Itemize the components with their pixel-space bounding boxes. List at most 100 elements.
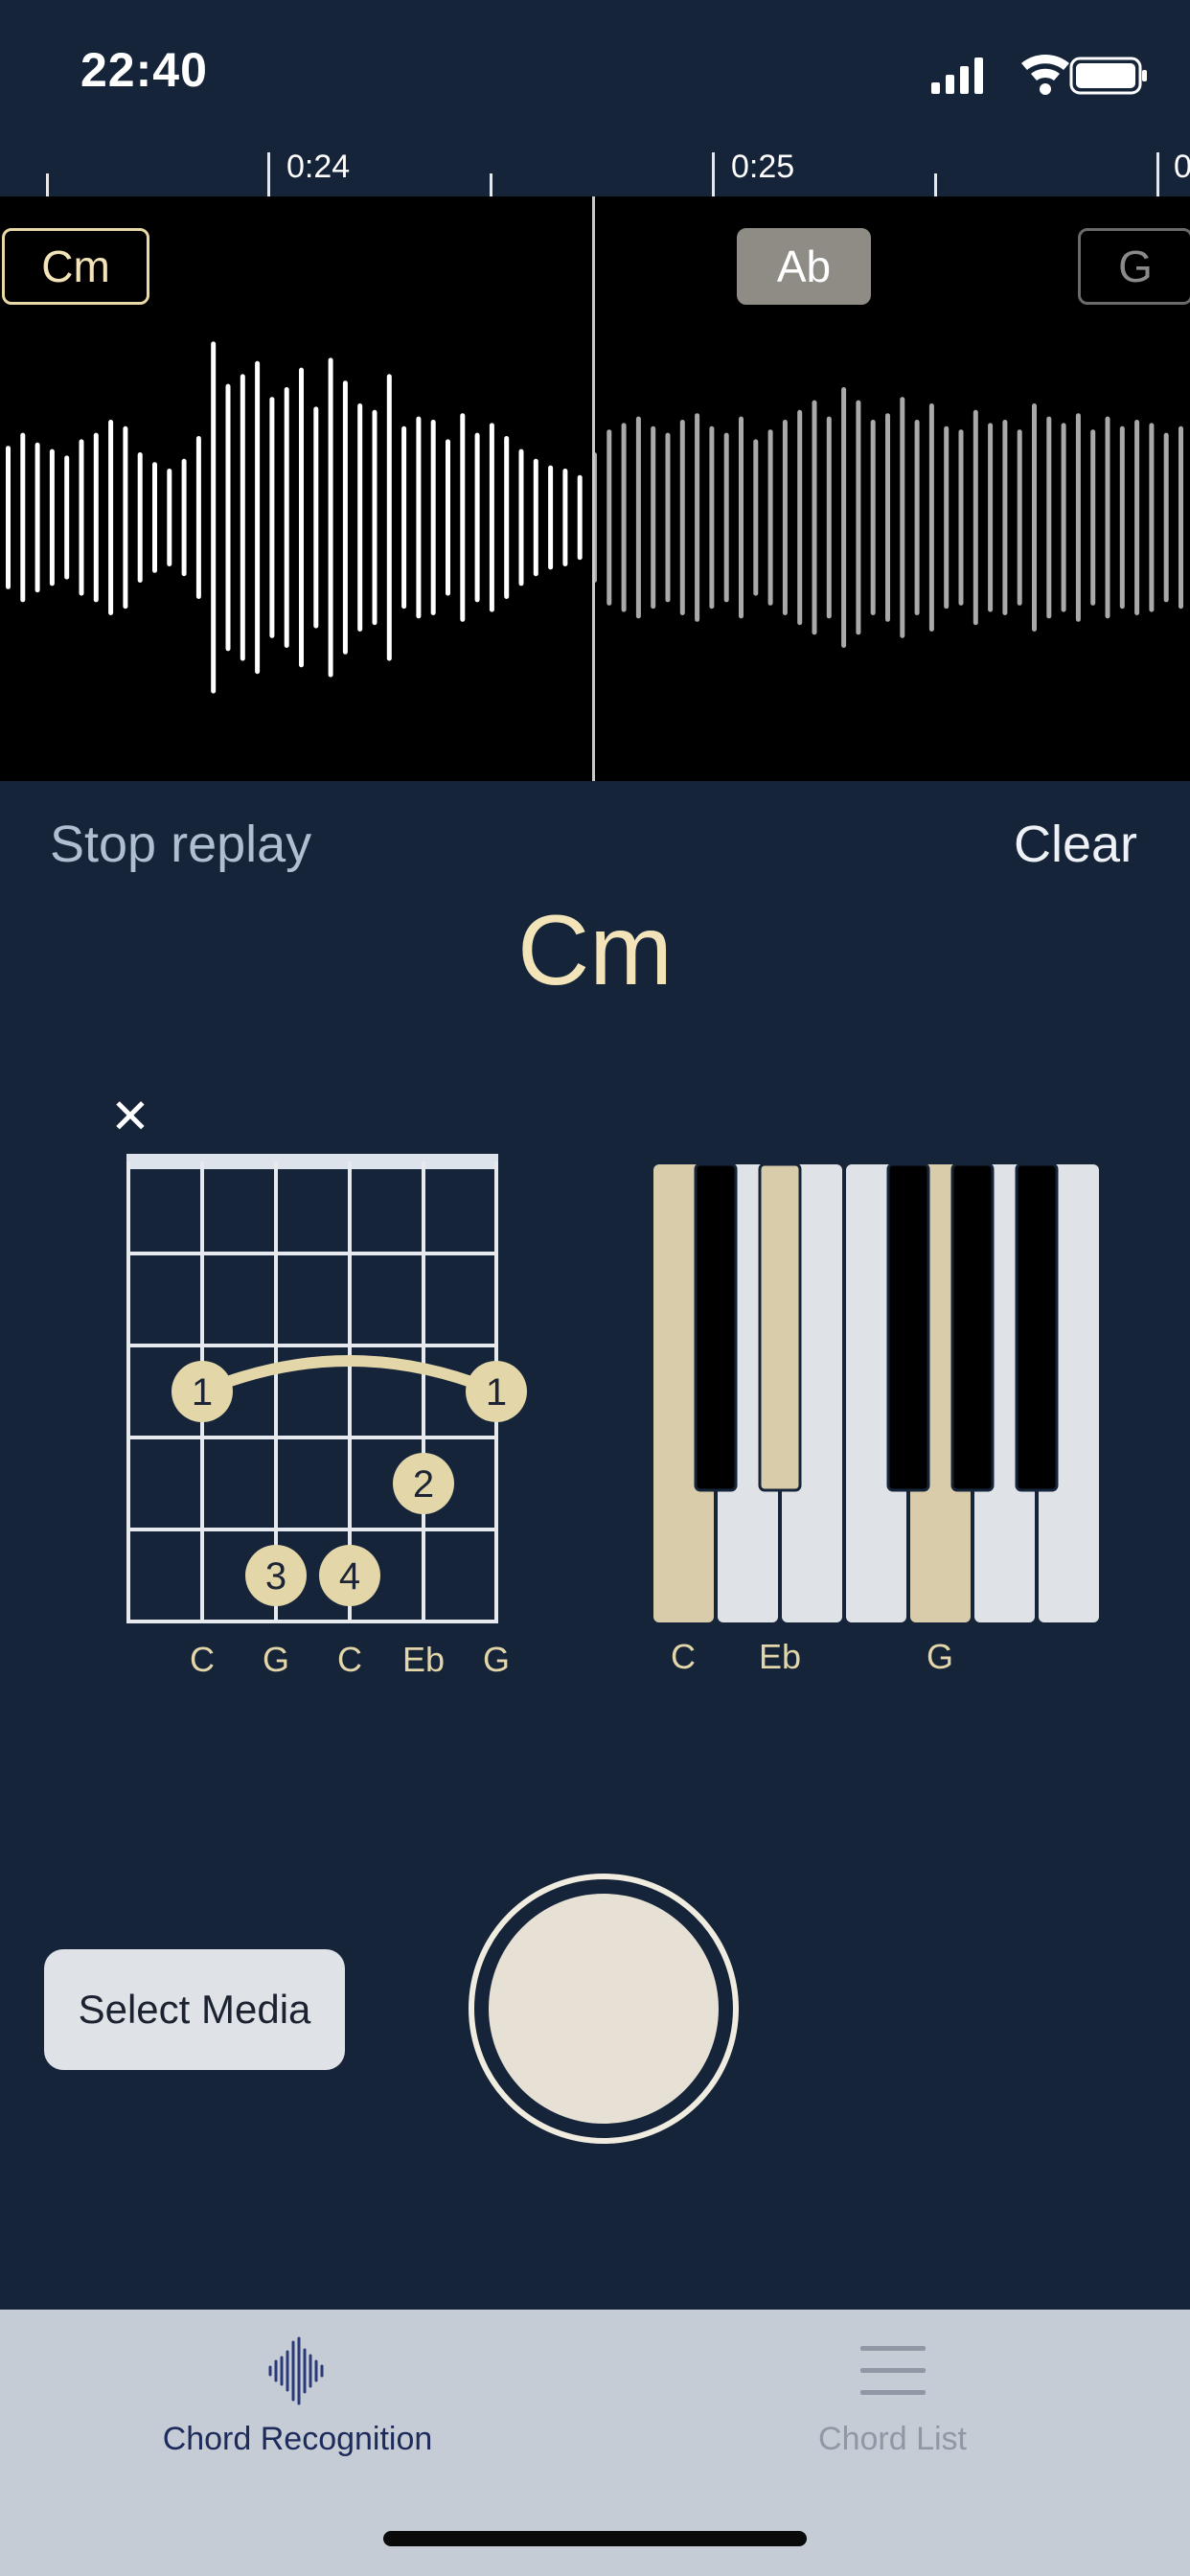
waveform-bar — [914, 420, 920, 615]
waveform-bar — [548, 465, 554, 570]
cellular-signal-icon — [931, 58, 983, 94]
waveform-bar — [621, 423, 627, 612]
finger-number: 2 — [413, 1463, 434, 1506]
waveform-bar — [1163, 432, 1169, 603]
time-label: 0 — [1174, 149, 1190, 185]
tab-label: Chord Recognition — [162, 2421, 433, 2457]
finger-number: 1 — [192, 1371, 213, 1414]
waveform-bar — [695, 413, 700, 622]
waveform-bar — [64, 455, 70, 580]
chord-chip-ab[interactable]: Ab — [737, 228, 871, 305]
waveform-bar — [651, 426, 656, 610]
time-label: 0:25 — [731, 149, 795, 185]
string-note-label: C — [337, 1640, 362, 1679]
waveform-bar — [269, 397, 275, 638]
waveform-bar — [489, 423, 494, 612]
waveform-bar — [34, 442, 40, 593]
waveform-bar — [195, 436, 201, 599]
waveform-bar — [1119, 426, 1125, 610]
waveform-bar — [152, 462, 157, 573]
waveform-bar — [885, 413, 890, 622]
finger-number: 4 — [339, 1555, 360, 1598]
waveform-bar — [299, 367, 304, 668]
waveform-bar — [577, 474, 583, 561]
waveform-bar — [1002, 420, 1008, 615]
finger-number: 1 — [486, 1371, 507, 1414]
waveform-bar — [181, 458, 187, 577]
status-icons — [931, 55, 1147, 95]
minor-tick — [490, 173, 492, 196]
waveform-bar — [504, 436, 510, 599]
string-note-label: G — [483, 1640, 510, 1679]
stop-replay-button[interactable]: Stop replay — [50, 815, 311, 874]
waveform-bar — [1032, 403, 1037, 632]
waveform-bar — [562, 469, 568, 566]
tab-chord-list[interactable]: Chord List — [595, 2310, 1190, 2501]
waveform-bar — [167, 469, 172, 566]
waveform-bar — [812, 400, 817, 635]
waveform-bar — [533, 458, 538, 577]
waveform-bar — [753, 439, 759, 596]
waveform-bar — [284, 387, 289, 648]
waveform-bars — [6, 341, 1183, 694]
waveform-bar — [386, 374, 392, 661]
waveform-bar — [6, 446, 11, 589]
time-label: 0:24 — [286, 149, 351, 185]
record-button[interactable] — [489, 1894, 719, 2124]
major-tick — [712, 152, 715, 196]
minor-tick — [934, 173, 937, 196]
waveform-bar — [797, 409, 803, 626]
waveform-bar — [739, 416, 744, 619]
waveform-bar — [211, 341, 217, 694]
waveform-bar — [401, 426, 407, 610]
chord-chip-cm[interactable]: Cm — [2, 228, 149, 305]
waveform-bar — [108, 420, 114, 615]
waveform-bar — [958, 429, 964, 606]
timeline-ruler[interactable]: 0:24 0:25 0 — [0, 144, 1190, 198]
string-note-label: C — [190, 1640, 215, 1679]
select-media-button[interactable]: Select Media — [44, 1949, 345, 2070]
waveform-bar — [1179, 426, 1183, 610]
waveform-bar — [1134, 420, 1140, 615]
status-time: 22:40 — [80, 43, 208, 97]
waveform-bar — [900, 397, 905, 638]
waveform-bar — [988, 423, 994, 612]
waveform-bar — [1105, 416, 1110, 619]
waveform-bar — [123, 426, 128, 610]
piano-note-label: G — [927, 1637, 953, 1672]
waveform-bar — [225, 383, 231, 652]
waveform-bar — [1090, 429, 1096, 606]
current-chord-name: Cm — [517, 895, 673, 1006]
waveform-bar — [20, 432, 26, 603]
guitar-chord-diagram: ✕ 1 1 2 3 4 C G C Eb G — [110, 1090, 527, 1679]
waveform-bar — [665, 432, 671, 603]
tab-chord-recognition[interactable]: Chord Recognition — [0, 2310, 595, 2501]
piano-chord-diagram: C Eb G — [653, 1162, 1099, 1672]
waveform-bar — [635, 416, 641, 619]
waveform-bar — [826, 416, 832, 619]
chord-chip-g[interactable]: G — [1078, 228, 1190, 305]
waveform-bar — [430, 420, 436, 615]
piano-note-label: Eb — [759, 1637, 801, 1672]
status-bar: 22:40 — [0, 0, 1190, 144]
clear-button[interactable]: Clear — [1014, 815, 1137, 874]
waveform-bar — [342, 380, 348, 655]
finger-number: 3 — [265, 1555, 286, 1598]
waveform-bar — [416, 416, 422, 619]
audio-waveform[interactable]: Cm Ab G — [0, 196, 1190, 781]
guitar-nut — [126, 1154, 498, 1169]
waveform-bar — [460, 413, 466, 622]
waveform-bar — [49, 448, 55, 586]
waveform-bar — [357, 403, 363, 632]
major-tick — [1156, 152, 1159, 196]
playhead[interactable] — [592, 196, 595, 781]
waveform-bar — [709, 426, 715, 610]
string-note-label: G — [263, 1640, 289, 1679]
battery-icon — [1069, 57, 1147, 95]
waveform-bar — [255, 360, 261, 675]
waveform-bar — [1075, 413, 1081, 622]
waveform-bar — [1061, 423, 1066, 612]
waveform-bar — [944, 426, 950, 610]
waveform-bar — [93, 432, 99, 603]
waveform-bar — [606, 429, 612, 606]
